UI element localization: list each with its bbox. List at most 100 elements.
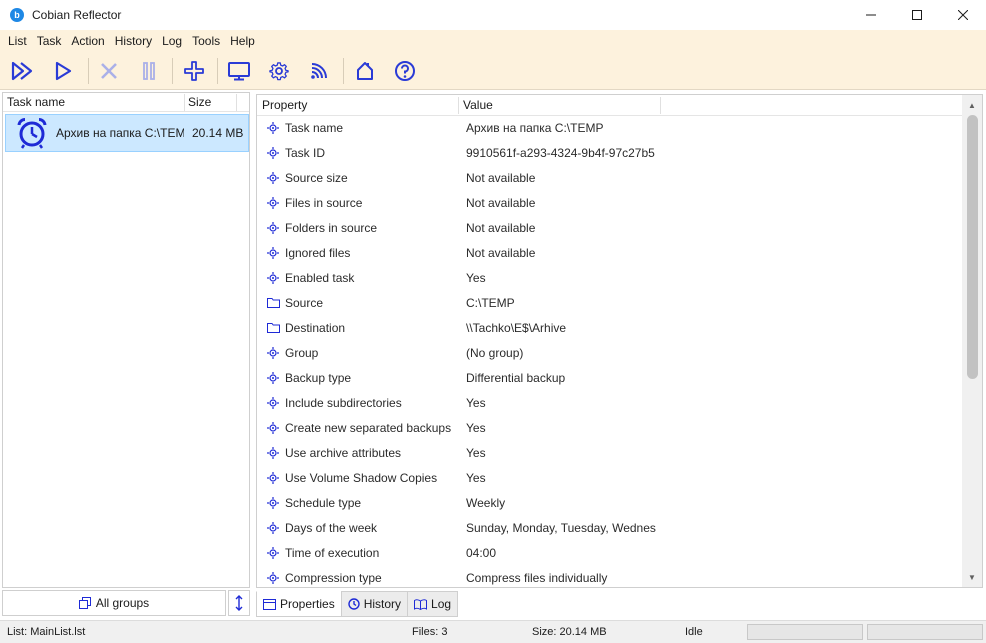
property-icon [267,272,279,284]
settings-gear-icon [269,62,289,81]
property-row[interactable]: Backup type Differential backup [257,366,962,391]
property-name: Enabled task [285,271,355,285]
status-progress-box [867,624,983,640]
property-name: Include subdirectories [285,396,402,410]
property-icon [267,197,279,209]
tab-log[interactable]: Log [407,591,459,617]
property-row[interactable]: Days of the week Sunday, Monday, Tuesday,… [257,516,962,541]
folder-icon [267,297,280,309]
property-row[interactable]: Use Volume Shadow Copies Yes [257,466,962,491]
property-row[interactable]: Schedule type Weekly [257,491,962,516]
properties-header: Property Value [257,95,962,116]
column-size[interactable]: Size [184,93,236,112]
home-button[interactable] [350,56,380,86]
history-tab-icon [348,598,360,610]
log-book-icon [414,598,428,610]
run-all-button[interactable] [8,56,38,86]
column-divider[interactable] [660,97,661,114]
property-row[interactable]: Time of execution 04:00 [257,541,962,566]
property-name: Folders in source [285,221,378,235]
all-groups-label: All groups [95,596,150,610]
scroll-up-arrow-icon[interactable]: ▲ [962,96,982,114]
folder-icon [267,322,280,334]
sort-toggle-button[interactable] [228,590,250,616]
property-value: Yes [466,471,486,485]
toolbar-separator [88,58,89,84]
tab-properties[interactable]: Properties [256,591,342,617]
property-icon [267,397,279,409]
menu-log[interactable]: Log [157,30,187,52]
network-button[interactable] [304,56,334,86]
property-row[interactable]: Files in source Not available [257,191,962,216]
tab-history[interactable]: History [340,591,409,617]
property-icon [267,447,279,459]
menu-tools[interactable]: Tools [187,30,225,52]
property-row[interactable]: Ignored files Not available [257,241,962,266]
scrollbar-thumb[interactable] [967,115,978,379]
property-icon [267,547,279,559]
property-value: Not available [466,196,536,210]
task-row[interactable]: Архив на папка C:\TEMP 20.14 MB [5,114,249,152]
property-row[interactable]: Task ID 9910561f-a293-4324-9b4f-97c27b5 [257,141,962,166]
property-value: Weekly [466,496,506,510]
menu-help[interactable]: Help [225,30,260,52]
menu-task[interactable]: Task [32,30,67,52]
toolbar-separator [172,58,173,84]
groups-copy-icon [78,597,91,609]
property-name: Schedule type [285,496,362,510]
property-row[interactable]: Destination \\Tachko\E$\Arhive [257,316,962,341]
property-name: Source size [285,171,348,185]
alarm-clock-icon [17,117,47,149]
property-value: Not available [466,246,536,260]
properties-list: Task name Архив на папка C:\TEMP Task ID 99… [257,116,962,587]
status-progress-box [747,624,863,640]
column-value[interactable]: Value [458,95,658,116]
property-value: Yes [466,271,486,285]
toolbar-separator [343,58,344,84]
property-icon [267,222,279,234]
property-row[interactable]: Folders in source Not available [257,216,962,241]
run-button[interactable] [48,56,78,86]
minimize-button[interactable] [848,0,894,30]
add-task-button[interactable] [179,56,209,86]
column-property[interactable]: Property [257,95,457,116]
settings-button[interactable] [264,56,294,86]
property-row[interactable]: Include subdirectories Yes [257,391,962,416]
stop-button[interactable] [94,56,124,86]
properties-tab-icon [263,598,276,610]
property-name: Group [285,346,319,360]
column-divider[interactable] [236,94,237,111]
property-icon [267,247,279,259]
pause-button[interactable] [134,56,164,86]
menu-action[interactable]: Action [66,30,109,52]
all-groups-button[interactable]: All groups [2,590,226,616]
scroll-down-arrow-icon[interactable]: ▼ [962,568,982,586]
vertical-scrollbar[interactable]: ▲ ▼ [962,95,982,587]
property-row[interactable]: Create new separated backups Yes [257,416,962,441]
property-name: Compression type [285,571,382,585]
help-button[interactable] [390,56,420,86]
property-row[interactable]: Task name Архив на папка C:\TEMP [257,116,962,141]
maximize-button[interactable] [894,0,940,30]
monitor-button[interactable] [224,56,254,86]
property-value: \\Tachko\E$\Arhive [466,321,567,335]
window-controls [848,0,986,30]
property-value: (No group) [466,346,524,360]
property-row[interactable]: Compression type Compress files individua… [257,566,962,587]
task-list-header: Task name Size [3,93,249,112]
property-value: Not available [466,221,536,235]
help-icon [395,61,415,81]
column-task-name[interactable]: Task name [3,93,183,112]
property-value: 04:00 [466,546,497,560]
tab-history-label: History [363,597,402,611]
menu-list[interactable]: List [3,30,32,52]
property-row[interactable]: Enabled task Yes [257,266,962,291]
property-row[interactable]: Source C:\TEMP [257,291,962,316]
property-row[interactable]: Group (No group) [257,341,962,366]
property-name: Files in source [285,196,363,210]
close-button[interactable] [940,0,986,30]
property-row[interactable]: Use archive attributes Yes [257,441,962,466]
property-name: Destination [285,321,346,335]
property-row[interactable]: Source size Not available [257,166,962,191]
menu-history[interactable]: History [110,30,157,52]
